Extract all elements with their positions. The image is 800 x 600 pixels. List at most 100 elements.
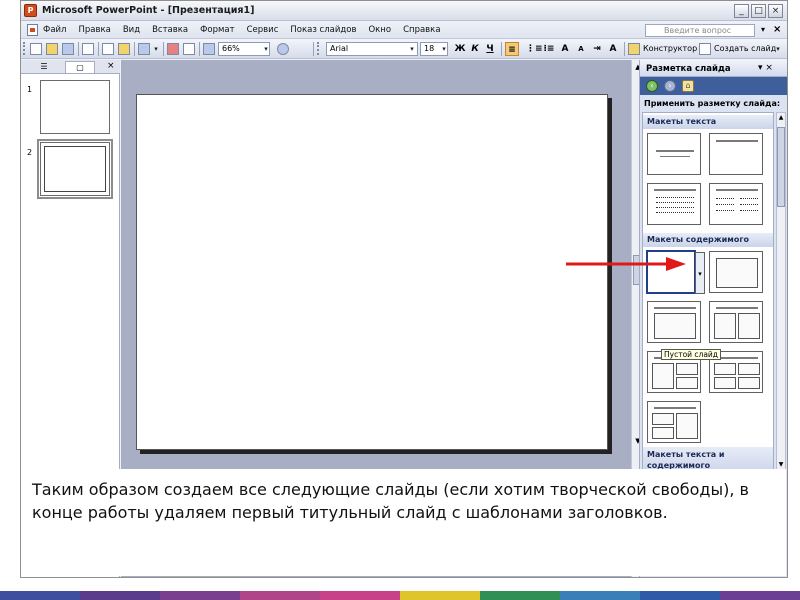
font-select[interactable]: Arial	[326, 42, 418, 56]
help-search-input[interactable]: Введите вопрос	[645, 24, 755, 37]
layout-title-and-two-contents[interactable]	[709, 301, 763, 343]
current-slide[interactable]	[136, 94, 608, 450]
new-slide-button[interactable]: Создать слайд	[714, 44, 776, 53]
slide-number: 1	[27, 85, 33, 94]
formatting-toolbar-grip[interactable]	[317, 42, 320, 55]
increase-font-button[interactable]: A	[558, 42, 572, 56]
toolbar-separator	[134, 42, 135, 56]
task-pane-scrollbar-thumb[interactable]	[777, 127, 785, 207]
slides-pane-close-icon[interactable]: ×	[107, 61, 115, 71]
section-content-layouts: Макеты содержимого	[643, 233, 773, 247]
window-title: Microsoft PowerPoint - [Презентация1]	[42, 5, 255, 16]
undo-icon[interactable]	[138, 43, 150, 55]
back-icon[interactable]: ‹	[646, 80, 658, 92]
menu-file[interactable]: Файл	[43, 25, 66, 35]
menu-insert[interactable]: Вставка	[152, 25, 188, 35]
open-folder-icon[interactable]	[46, 43, 58, 55]
toolbar-separator	[199, 42, 200, 56]
insert-table-icon[interactable]	[183, 43, 195, 55]
layout-title-only[interactable]	[709, 133, 763, 175]
indent-button[interactable]: ⇥	[590, 42, 604, 56]
home-icon[interactable]: ⌂	[682, 80, 694, 92]
help-icon[interactable]	[277, 43, 289, 55]
grid-icon[interactable]	[203, 43, 215, 55]
document-icon[interactable]	[27, 24, 38, 36]
task-pane-header-buttons[interactable]: ▾ ×	[758, 63, 773, 73]
designer-button[interactable]: Конструктор	[643, 44, 697, 53]
font-dropdown-icon[interactable]: ▾	[407, 42, 417, 56]
stripe-segment	[320, 591, 400, 600]
title-bar: P Microsoft PowerPoint - [Презентация1] …	[21, 1, 787, 21]
stripe-segment	[640, 591, 720, 600]
stripe-segment	[0, 591, 80, 600]
bulleted-list-button[interactable]: ⁝≡	[542, 42, 556, 56]
layout-content[interactable]	[709, 251, 763, 293]
font-color-button[interactable]: A	[606, 42, 620, 56]
insert-chart-icon[interactable]	[167, 43, 179, 55]
stripe-segment	[720, 591, 800, 600]
slide-thumbnail-1[interactable]	[40, 80, 110, 134]
stripe-segment	[400, 591, 480, 600]
slide-number: 2	[27, 148, 33, 157]
tab-slides[interactable]: ▢	[65, 61, 95, 73]
toolbar-separator	[163, 42, 164, 56]
stripe-segment	[160, 591, 240, 600]
close-button[interactable]: ×	[768, 4, 783, 18]
layout-title-two-and-content[interactable]	[647, 401, 701, 443]
underline-button[interactable]: Ч	[483, 42, 497, 56]
menu-help[interactable]: Справка	[403, 25, 440, 35]
color-stripe	[0, 591, 800, 600]
cut-icon[interactable]	[102, 43, 114, 55]
undo-dropdown-icon[interactable]: ▾	[151, 42, 161, 56]
zoom-dropdown-icon[interactable]: ▾	[261, 42, 271, 56]
powerpoint-app-icon[interactable]: P	[24, 4, 37, 17]
standard-toolbar: ▾ 66% ▾ Arial ▾ 18 ▾ Ж К Ч ≡ ⋮≡ ⁝≡ A A ⇥…	[21, 39, 787, 59]
minimize-button[interactable]: _	[734, 4, 749, 18]
new-document-icon[interactable]	[30, 43, 42, 55]
slide-thumbnail-2[interactable]	[37, 139, 113, 199]
italic-button[interactable]: К	[468, 42, 482, 56]
print-icon[interactable]	[82, 43, 94, 55]
font-size-dropdown-icon[interactable]: ▾	[439, 42, 449, 56]
menu-edit[interactable]: Правка	[78, 25, 110, 35]
new-slide-icon[interactable]	[699, 43, 711, 55]
stripe-segment	[480, 591, 560, 600]
paste-icon[interactable]	[118, 43, 130, 55]
menu-slide-show[interactable]: Показ слайдов	[290, 25, 356, 35]
decrease-font-button[interactable]: A	[574, 42, 588, 56]
layout-title-slide[interactable]	[647, 133, 701, 175]
numbered-list-button[interactable]: ⋮≡	[526, 42, 543, 56]
maximize-button[interactable]: □	[751, 4, 766, 18]
designer-icon[interactable]	[628, 43, 640, 55]
menu-view[interactable]: Вид	[123, 25, 140, 35]
save-icon[interactable]	[62, 43, 74, 55]
apply-layout-label: Применить разметку слайда:	[644, 99, 781, 108]
tab-outline[interactable]: ☰	[29, 61, 59, 73]
align-left-button[interactable]: ≡	[505, 42, 519, 56]
layout-tooltip: Пустой слайд	[661, 349, 721, 360]
document-close-button[interactable]: ×	[773, 24, 781, 35]
section-text-and-content-line1: Макеты текста и	[647, 450, 725, 459]
layout-two-columns-text[interactable]	[709, 183, 763, 225]
layout-title-and-content[interactable]	[647, 301, 701, 343]
menu-bar: Файл Правка Вид Вставка Формат Сервис По…	[21, 21, 787, 39]
menu-tools[interactable]: Сервис	[247, 25, 279, 35]
forward-icon[interactable]: ›	[664, 80, 676, 92]
layout-title-and-text[interactable]	[647, 183, 701, 225]
task-pane-scrollbar[interactable]: ▲ ▼	[776, 112, 786, 472]
stripe-segment	[240, 591, 320, 600]
stripe-segment	[560, 591, 640, 600]
red-arrow-icon	[566, 257, 686, 271]
toolbar-grip[interactable]	[23, 42, 26, 55]
section-text-layouts: Макеты текста	[643, 115, 773, 129]
layout-dropdown-icon[interactable]: ▾	[695, 252, 705, 294]
menu-format[interactable]: Формат	[200, 25, 235, 35]
caption-text: Таким образом создаем все следующие слай…	[32, 480, 749, 522]
help-dropdown-icon[interactable]: ▾	[761, 25, 765, 34]
toolbar-separator	[501, 42, 502, 56]
toolbar-options-icon[interactable]: ▾	[773, 42, 783, 56]
task-pane-scroll-up-icon[interactable]: ▲	[777, 114, 785, 124]
task-pane-nav: ‹ › ⌂	[640, 77, 787, 95]
menu-window[interactable]: Окно	[368, 25, 391, 35]
bold-button[interactable]: Ж	[453, 42, 467, 56]
